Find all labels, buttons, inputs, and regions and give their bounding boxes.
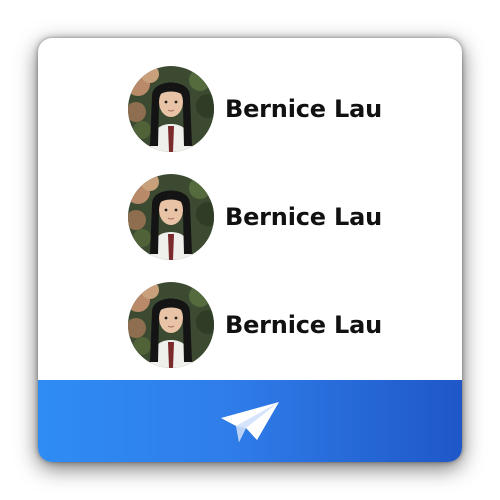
user-name: Bernice Lau xyxy=(225,311,382,339)
avatar-photo xyxy=(128,282,214,368)
avatar-photo xyxy=(128,66,214,152)
user-name: Bernice Lau xyxy=(225,203,382,231)
avatar-photo xyxy=(128,174,214,260)
user-row[interactable]: Bernice Lau xyxy=(128,174,382,260)
paper-plane-icon xyxy=(221,402,279,442)
user-row[interactable]: Bernice Lau xyxy=(128,282,382,368)
footer-bar xyxy=(38,380,462,462)
avatar xyxy=(128,66,214,152)
avatar xyxy=(128,174,214,260)
avatar xyxy=(128,282,214,368)
user-name: Bernice Lau xyxy=(225,95,382,123)
user-list: Bernice Lau Bernice Lau Bernice Lau xyxy=(38,38,462,380)
canvas: Bernice Lau Bernice Lau Bernice Lau xyxy=(0,0,500,500)
user-row[interactable]: Bernice Lau xyxy=(128,66,382,152)
user-card: Bernice Lau Bernice Lau Bernice Lau xyxy=(38,38,462,462)
send-button[interactable] xyxy=(215,391,285,451)
